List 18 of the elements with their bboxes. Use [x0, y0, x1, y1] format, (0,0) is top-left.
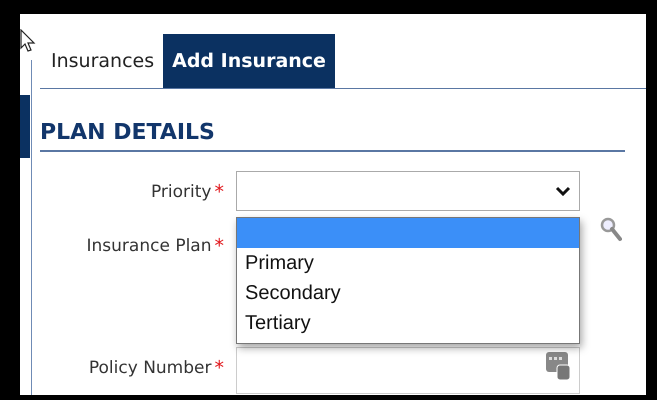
section-heading: PLAN DETAILS [40, 119, 625, 152]
search-icon[interactable] [600, 217, 622, 243]
keypad-icon[interactable] [545, 351, 571, 381]
required-mark: * [214, 235, 224, 257]
field-label: Insurance Plan [86, 235, 212, 257]
sidebar-marker [20, 95, 30, 158]
dropdown-option[interactable]: Primary [237, 248, 579, 278]
required-mark: * [214, 181, 224, 203]
tab[interactable]: Insurances [42, 34, 164, 88]
chevron-down-icon [555, 186, 571, 196]
tab[interactable]: Add Insurance [163, 34, 335, 88]
field-label: Priority [150, 181, 212, 203]
field-label: Policy Number [88, 357, 212, 379]
required-mark: * [214, 357, 224, 379]
dropdown-option[interactable]: Secondary [237, 278, 579, 308]
priority-select[interactable] [236, 171, 580, 211]
input-field[interactable] [236, 347, 580, 394]
dropdown-option[interactable]: Tertiary [237, 308, 579, 338]
